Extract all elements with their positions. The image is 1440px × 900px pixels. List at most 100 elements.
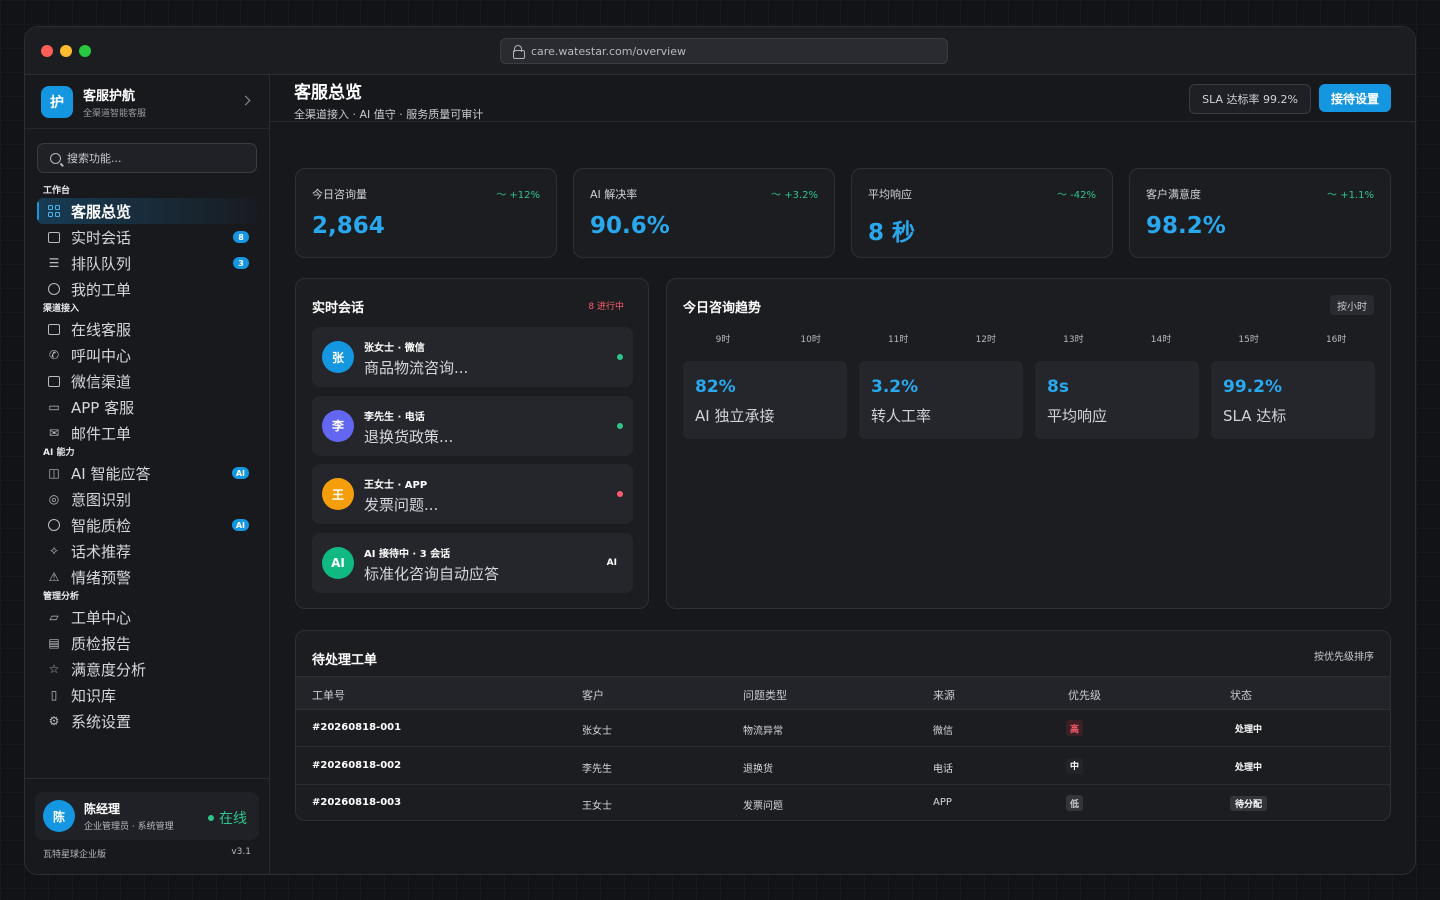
avatar: 李 bbox=[322, 409, 354, 442]
trend-up-icon: 〜 bbox=[771, 190, 785, 201]
sidebar-item-13[interactable]: ▭ APP 客服 bbox=[37, 394, 257, 420]
sidebar-item-10[interactable]: 在线客服 bbox=[37, 316, 257, 342]
sidebar-item-11[interactable]: ✆ 呼叫中心 bbox=[37, 342, 257, 368]
sidebar-item-24[interactable]: ⚠ 情绪预警 bbox=[37, 564, 257, 590]
ticket-customer: 王女士 bbox=[582, 801, 612, 812]
brand-switcher[interactable]: 护 客服护航 全渠道智能客服 bbox=[25, 75, 269, 129]
sidebar-item-label: 情绪预警 bbox=[71, 568, 132, 587]
sort-by-priority-button[interactable]: 按优先级排序 bbox=[1314, 648, 1374, 663]
trend-up-icon: 〜 bbox=[1327, 190, 1341, 201]
kpi-delta-value: +1.1% bbox=[1340, 190, 1374, 201]
column-header: 状态 bbox=[1230, 689, 1252, 702]
sidebar-item-30[interactable]: ▱ 工单中心 bbox=[37, 604, 257, 630]
check-circle-icon bbox=[47, 282, 61, 296]
sidebar-item-23[interactable]: ✧ 话术推荐 bbox=[37, 538, 257, 564]
table-row[interactable]: #20260818-002 李先生 退换货 电话 中 处理中 bbox=[296, 748, 1390, 785]
sidebar: 护 客服护航 全渠道智能客服 搜索功能... 工作台客服总览 实时会话 8 ☰ 排队队列… bbox=[25, 75, 270, 874]
avatar: 张 bbox=[322, 341, 354, 373]
sidebar-item-34[interactable]: ⚙ 系统设置 bbox=[37, 708, 257, 734]
sidebar-item-22[interactable]: 智能质检 AI bbox=[37, 512, 257, 538]
chat-icon bbox=[47, 230, 61, 244]
hour-tick-label: 13时 bbox=[1063, 335, 1084, 345]
kpi-label: 平均响应 bbox=[868, 188, 912, 201]
kpi-value: 2,864 bbox=[312, 213, 385, 239]
sidebar-item-label: 我的工单 bbox=[71, 280, 132, 299]
sidebar-item-0[interactable]: 客服总览 bbox=[37, 198, 257, 224]
sidebar-item-3[interactable]: 我的工单 bbox=[37, 276, 257, 302]
close-window-button[interactable] bbox=[41, 45, 53, 57]
report-icon: ▤ bbox=[48, 636, 60, 650]
sidebar-item-14[interactable]: ✉ 邮件工单 bbox=[37, 420, 257, 446]
session-item[interactable]: AI AI 接待中 · 3 会话 标准化咨询自动应答 AI bbox=[312, 532, 633, 593]
metric-tile: 8s 平均响应 bbox=[1035, 361, 1199, 439]
minimize-window-button[interactable] bbox=[60, 45, 72, 57]
metric-tile: 99.2% SLA 达标 bbox=[1211, 361, 1375, 439]
address-bar[interactable]: care.watestar.com/overview bbox=[500, 38, 948, 64]
brand-subtitle: 全渠道智能客服 bbox=[83, 108, 147, 119]
kpi-value: 98.2% bbox=[1146, 213, 1226, 239]
nav-section-title: AI 能力 bbox=[43, 448, 75, 458]
user-role: 企业管理员 · 系统管理 bbox=[84, 822, 174, 832]
metric-value: 99.2% bbox=[1223, 377, 1282, 397]
table-row[interactable]: #20260818-003 王女士 发票问题 APP 低 待分配 bbox=[296, 785, 1390, 822]
sidebar-item-31[interactable]: ▤ 质检报告 bbox=[37, 630, 257, 656]
chat-icon bbox=[47, 322, 61, 336]
kpi-value: 8 秒 bbox=[868, 220, 916, 246]
sidebar-item-label: 满意度分析 bbox=[71, 660, 147, 679]
target-icon: ◎ bbox=[48, 492, 60, 506]
sidebar-item-12[interactable]: 微信渠道 bbox=[37, 368, 257, 394]
count-badge: 8 bbox=[233, 231, 249, 243]
search-icon bbox=[50, 152, 61, 164]
kpi-label: 客户满意度 bbox=[1146, 188, 1201, 201]
page-title: 客服总览 bbox=[294, 83, 362, 103]
sidebar-item-20[interactable]: ◫ AI 智能应答 AI bbox=[37, 460, 257, 486]
trend-up-icon: 〜 bbox=[496, 190, 510, 201]
status-badge: 处理中 bbox=[1235, 762, 1263, 773]
avatar: 陈 bbox=[43, 800, 75, 832]
kpi-delta: 〜 +1.1% bbox=[1327, 186, 1374, 201]
kpi-delta-value: -42% bbox=[1070, 190, 1096, 201]
nav-section-title: 工作台 bbox=[43, 186, 71, 196]
lock-icon bbox=[513, 45, 525, 59]
hour-axis: 9时 10时 11时 12时 13时 14时 15时 16时 bbox=[683, 332, 1374, 345]
warning-icon: ⚠ bbox=[48, 570, 60, 584]
sidebar-item-2[interactable]: ☰ 排队队列 3 bbox=[37, 250, 257, 276]
live-sessions-card: 实时会话 8 进行中 张张女士 · 微信 商品物流咨询... 李李先生 · 电话 退换… bbox=[295, 278, 649, 609]
session-item[interactable]: 李李先生 · 电话 退换货政策... bbox=[312, 395, 633, 456]
live-count-badge: 8 进行中 bbox=[588, 302, 624, 312]
trend-title: 今日咨询趋势 bbox=[683, 301, 762, 316]
ticket-type: 退换货 bbox=[743, 763, 773, 775]
kpi-label: 今日咨询量 bbox=[312, 188, 367, 201]
sidebar-item-21[interactable]: ◎ 意图识别 bbox=[37, 486, 257, 512]
kpi-card: 客户满意度 〜 +1.1% 98.2% bbox=[1129, 168, 1391, 258]
table-row[interactable]: #20260818-001 张女士 物流异常 微信 高 处理中 bbox=[296, 710, 1390, 747]
trend-up-icon: 〜 bbox=[1056, 190, 1071, 201]
priority-badge: 中 bbox=[1066, 757, 1084, 774]
sidebar-item-1[interactable]: 实时会话 8 bbox=[37, 224, 257, 250]
session-item[interactable]: 王王女士 · APP 发票问题... bbox=[312, 464, 633, 524]
search-input[interactable]: 搜索功能... bbox=[37, 143, 257, 173]
sidebar-item-33[interactable]: ▯ 知识库 bbox=[37, 682, 257, 708]
metric-value: 8s bbox=[1047, 377, 1069, 397]
sidebar-item-label: 排队队列 bbox=[71, 254, 132, 273]
online-dot-icon bbox=[208, 815, 214, 821]
ticket-id: #20260818-002 bbox=[312, 759, 402, 771]
session-item[interactable]: 张张女士 · 微信 商品物流咨询... bbox=[312, 327, 633, 387]
user-profile[interactable]: 陈 陈经理 企业管理员 · 系统管理 在线 bbox=[35, 792, 259, 840]
sidebar-item-label: 微信渠道 bbox=[71, 372, 132, 391]
kpi-delta: 〜 -42% bbox=[1057, 186, 1096, 201]
trend-card: 今日咨询趋势 按小时 9时 10时 11时 12时 13时 14时 15时 16时 82% AI… bbox=[666, 278, 1391, 609]
hour-tick-label: 12时 bbox=[975, 335, 997, 345]
monitor-icon: ▭ bbox=[48, 400, 60, 414]
sidebar-item-32[interactable]: ☆ 满意度分析 bbox=[37, 656, 257, 682]
sessions-title: 实时会话 bbox=[312, 301, 365, 316]
window-controls bbox=[41, 45, 91, 57]
granularity-toggle[interactable]: 按小时 bbox=[1330, 295, 1374, 315]
column-header: 客户 bbox=[582, 689, 604, 702]
version-label: v3.1 bbox=[231, 847, 251, 857]
metric-tile: 82% AI 独立承接 bbox=[683, 361, 847, 439]
hour-tick-label: 14时 bbox=[1150, 335, 1172, 345]
reception-settings-button[interactable]: 接待设置 bbox=[1319, 84, 1391, 112]
maximize-window-button[interactable] bbox=[79, 45, 91, 57]
nav-section-title: 渠道接入 bbox=[43, 304, 80, 314]
